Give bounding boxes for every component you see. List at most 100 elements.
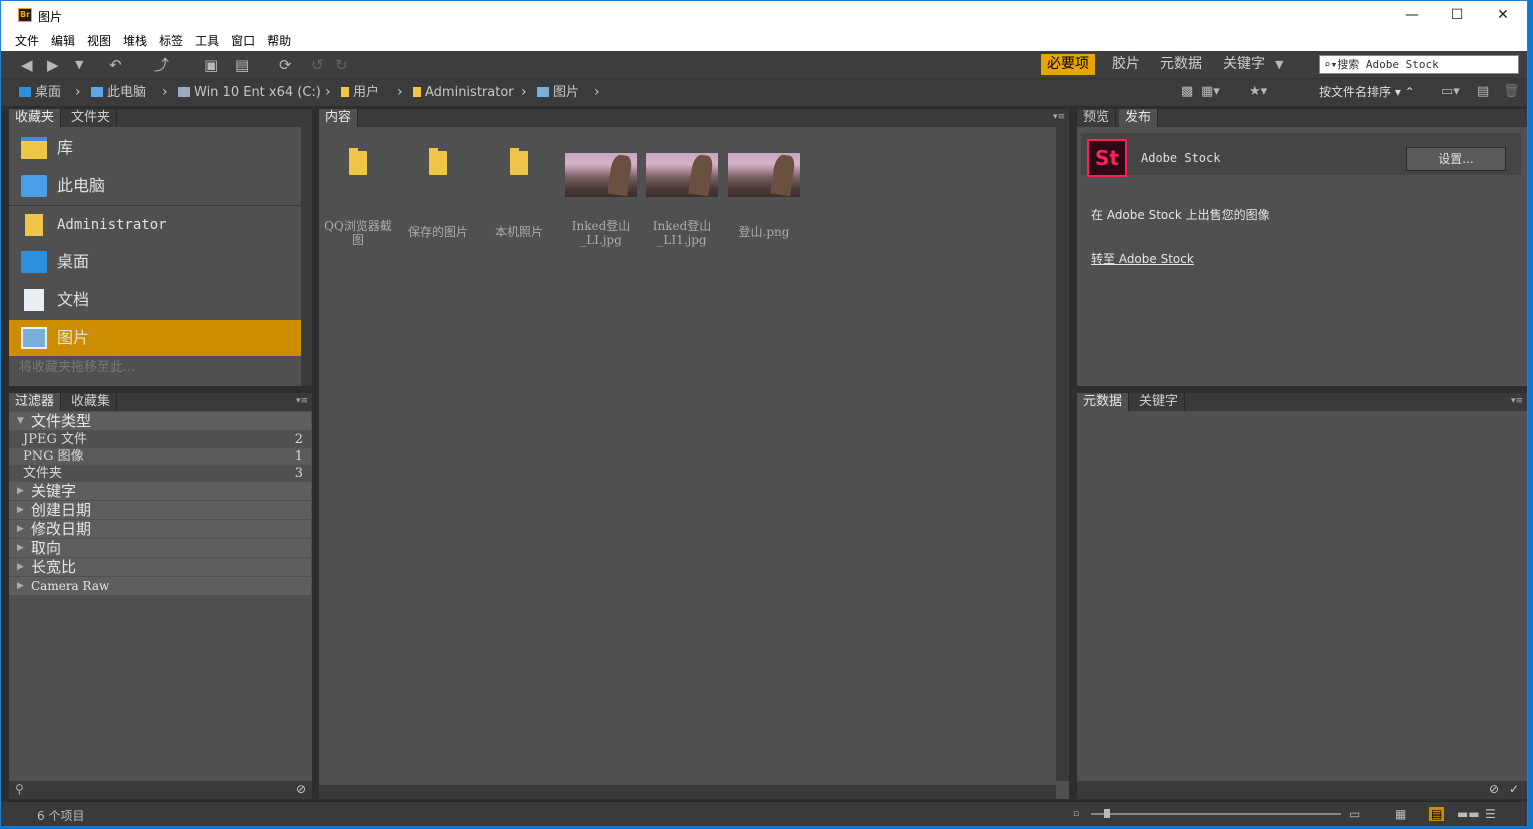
crumb-users[interactable]: 用户 — [341, 85, 379, 100]
filter-section-keywords[interactable]: ▶ 关键字 — [9, 482, 311, 500]
new-folder-icon[interactable]: ▤ — [1477, 84, 1489, 100]
minimize-button[interactable]: — — [1389, 1, 1435, 31]
favorite-this-pc[interactable]: 此电脑 — [9, 168, 301, 204]
goto-stock-link[interactable]: 转至 Adobe Stock — [1091, 250, 1194, 267]
crumb-desktop[interactable]: 桌面 — [19, 85, 61, 100]
collapse-triangle-icon: ▼ — [17, 416, 24, 426]
menu-tools[interactable]: 工具 — [195, 31, 219, 51]
tab-publish[interactable]: 发布 — [1119, 109, 1159, 127]
zoom-out-icon[interactable]: ▫ — [1073, 809, 1079, 819]
filter-section-orientation[interactable]: ▶ 取向 — [9, 539, 311, 557]
open-recent-icon[interactable]: ▭▾ — [1441, 84, 1460, 100]
panel-menu-icon[interactable]: ▾≡ — [296, 396, 308, 406]
filter-section-camera-raw[interactable]: ▶ Camera Raw — [9, 577, 311, 595]
content-item-image[interactable]: 登山.png — [728, 153, 800, 239]
filter-row[interactable]: 文件夹 3 — [9, 465, 311, 482]
view-thumbnails-icon[interactable]: ▤ — [1429, 807, 1445, 821]
panel-menu-icon[interactable]: ▾≡ — [1511, 396, 1523, 406]
thumbnail-quality-icon[interactable]: ▩ — [1181, 84, 1193, 100]
favorite-administrator[interactable]: Administrator — [9, 207, 301, 243]
workspace-more-icon[interactable]: ▼ — [1275, 57, 1283, 73]
settings-button[interactable]: 设置... — [1406, 147, 1506, 171]
rotate-icon[interactable]: ⟳ — [279, 57, 292, 73]
maximize-button[interactable]: ☐ — [1434, 1, 1480, 31]
chevron-right-icon[interactable]: › — [397, 84, 403, 100]
clear-filter-icon[interactable]: ⊘ — [296, 782, 306, 796]
chevron-right-icon[interactable]: › — [325, 84, 331, 100]
content-scrollbar[interactable] — [1056, 127, 1069, 781]
view-list-icon[interactable]: ☰ — [1485, 807, 1496, 821]
lock-thumbnail-grid-icon[interactable]: ▦ — [1395, 807, 1406, 821]
favorite-desktop[interactable]: 桌面 — [9, 244, 301, 280]
delete-icon[interactable]: 🗑 — [1503, 84, 1520, 100]
get-photos-icon[interactable]: ▣ — [204, 57, 218, 73]
menu-edit[interactable]: 编辑 — [51, 31, 75, 51]
tab-content[interactable]: 内容 — [319, 109, 359, 127]
pin-icon[interactable]: ⚲ — [15, 782, 24, 796]
menu-label[interactable]: 标签 — [159, 31, 183, 51]
apply-icon[interactable]: ✓ — [1509, 782, 1519, 796]
chevron-right-icon[interactable]: › — [521, 84, 527, 100]
favorite-documents[interactable]: 文档 — [9, 282, 301, 318]
tab-metadata[interactable]: 元数据 — [1077, 393, 1130, 411]
filter-row[interactable]: JPEG 文件 2 — [9, 431, 311, 448]
tab-folders[interactable]: 文件夹 — [65, 109, 118, 127]
favorite-library[interactable]: 库 — [9, 130, 301, 166]
filter-section-date-modified[interactable]: ▶ 修改日期 — [9, 520, 311, 538]
filter-items-icon[interactable]: ▦▾ — [1201, 84, 1220, 100]
filter-section-file-type[interactable]: ▼ 文件类型 — [9, 412, 311, 430]
workspace-keywords[interactable]: 关键字 — [1217, 54, 1271, 75]
workspace-metadata[interactable]: 元数据 — [1154, 54, 1208, 75]
menu-stack[interactable]: 堆栈 — [123, 31, 147, 51]
rotate-right-icon[interactable]: ↻ — [335, 57, 348, 73]
back-icon[interactable]: ◀ — [21, 57, 33, 73]
slider-handle[interactable] — [1104, 809, 1110, 818]
rotate-left-icon[interactable]: ↺ — [311, 57, 324, 73]
panel-menu-icon[interactable]: ▾≡ — [1053, 112, 1065, 122]
crumb-drive-c[interactable]: Win 10 Ent x64 (C:) — [178, 85, 321, 100]
tab-collections[interactable]: 收藏集 — [65, 393, 118, 411]
forward-icon[interactable]: ▶ — [47, 57, 59, 73]
tab-favorites[interactable]: 收藏夹 — [9, 109, 62, 127]
tab-filter[interactable]: 过滤器 — [9, 393, 62, 411]
star-filter-icon[interactable]: ★▾ — [1249, 84, 1267, 100]
filter-section-aspect-ratio[interactable]: ▶ 长宽比 — [9, 558, 311, 576]
favorites-scrollbar[interactable] — [301, 127, 312, 386]
recent-dropdown-icon[interactable]: ▼ — [75, 57, 83, 73]
workspace-essentials[interactable]: 必要项 — [1041, 54, 1095, 75]
search-stock-input[interactable]: ⌕▾搜索 Adobe Stock — [1319, 55, 1519, 74]
content-item-image[interactable]: Inked登山_LI.jpg — [565, 153, 637, 247]
crumb-administrator[interactable]: Administrator — [413, 85, 514, 100]
favorite-pictures[interactable]: 图片 — [9, 320, 301, 356]
menu-file[interactable]: 文件 — [15, 31, 39, 51]
tab-keywords[interactable]: 关键字 — [1133, 393, 1186, 411]
cancel-icon[interactable]: ⊘ — [1489, 782, 1499, 796]
content-item-image[interactable]: Inked登山_LI1.jpg — [646, 153, 718, 247]
filter-row[interactable]: PNG 图像 1 — [9, 448, 311, 465]
thumbnail-size-slider[interactable] — [1091, 813, 1341, 815]
boomerang-icon[interactable]: ↶ — [109, 57, 122, 73]
content-item-folder[interactable]: 本机照片 — [483, 148, 555, 239]
camera-raw-icon[interactable]: ⤴ — [154, 57, 169, 73]
crumb-pictures[interactable]: 图片 — [537, 85, 579, 100]
tab-preview[interactable]: 预览 — [1077, 109, 1117, 127]
crumb-this-pc[interactable]: 此电脑 — [91, 85, 146, 100]
zoom-in-icon[interactable]: ▭ — [1349, 807, 1360, 821]
view-details-icon[interactable]: ▬▬ — [1457, 807, 1480, 821]
menu-view[interactable]: 视图 — [87, 31, 111, 51]
expand-triangle-icon: ▶ — [17, 505, 24, 515]
content-hscrollbar[interactable] — [319, 785, 1056, 799]
menu-window[interactable]: 窗口 — [231, 31, 255, 51]
content-item-folder[interactable]: QQ浏览器截图 — [322, 148, 394, 247]
chevron-right-icon[interactable]: › — [75, 84, 81, 100]
workspace-filmstrip[interactable]: 胶片 — [1106, 54, 1146, 75]
content-item-folder[interactable]: 保存的图片 — [402, 148, 474, 239]
sort-dropdown[interactable]: 按文件名排序 ▾ ⌃ — [1319, 85, 1415, 100]
refine-icon[interactable]: ▤ — [235, 57, 249, 73]
chevron-right-icon[interactable]: › — [594, 84, 600, 100]
filter-section-date-created[interactable]: ▶ 创建日期 — [9, 501, 311, 519]
computer-icon — [91, 87, 103, 97]
menu-help[interactable]: 帮助 — [267, 31, 291, 51]
chevron-right-icon[interactable]: › — [162, 84, 168, 100]
close-button[interactable]: ✕ — [1480, 1, 1526, 31]
